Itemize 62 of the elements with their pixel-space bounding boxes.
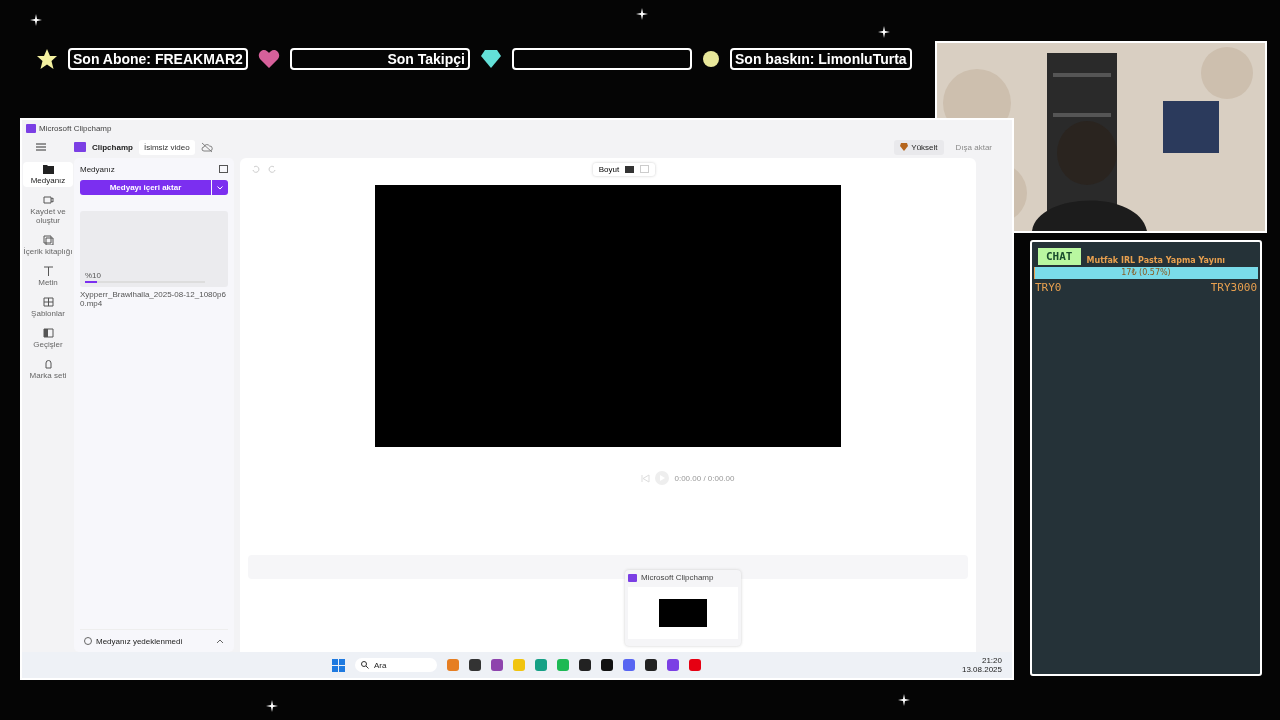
caret-icon [217,185,223,190]
backup-status: Medyanız yedeklenmedi [96,636,183,646]
goal-min: TRY0 [1035,281,1062,294]
goal-title: Mutfak IRL Pasta Yapma Yayını [1086,256,1226,265]
clock-date: 13.08.2025 [961,665,1002,674]
windows-start-icon[interactable] [332,658,345,672]
transition-icon [42,328,54,338]
nav-item[interactable]: İçerik kitaplığı [23,233,73,258]
grid-icon [42,297,54,307]
text-icon [42,266,54,276]
app-icon [628,573,637,582]
taskbar-app-icon[interactable] [645,659,657,671]
import-media-button[interactable]: Medyayı içeri aktar [80,180,211,195]
chat-title: CHAT [1038,248,1081,265]
app-logo-icon [74,142,86,152]
app-icon [26,123,36,133]
diamond-icon [480,49,502,69]
info-icon [84,637,92,645]
goal-progress: 17₺ (0.57%) [1120,267,1172,279]
nav-item[interactable]: Geçişler [23,326,73,351]
goal-max: TRY3000 [1210,281,1257,294]
clock-time: 21:20 [981,656,1002,665]
nav-item[interactable]: Marka seti [23,357,73,382]
chevron-up-icon[interactable] [216,638,224,644]
sparkle-icon [30,14,42,26]
search-field[interactable]: Ara [355,658,437,672]
media-file-name: Xypperr_Brawlhalla_2025-08-12_1080p60.mp4 [80,290,227,308]
bag-icon [42,359,54,369]
window-title: Microsoft Clipchamp [39,123,112,133]
playback-time: 0:00.00 / 0:00.00 [674,473,735,483]
media-thumbnail[interactable]: %10 [80,211,228,287]
popup-title: Microsoft Clipchamp [641,573,714,582]
panel-title: Medyanız [80,164,115,174]
taskbar-app-icon[interactable] [469,659,481,671]
sparkle-icon [636,8,648,20]
nav-item[interactable]: Şablonlar [23,295,73,320]
upload-percent: %10 [85,271,102,280]
folder-icon [42,164,54,174]
star-icon [36,48,58,70]
app-name: Clipchamp [92,142,133,152]
upgrade-button[interactable]: Yükselt [894,139,944,155]
library-icon [42,235,54,245]
diamond-icon [900,143,909,151]
taskbar-app-icon[interactable] [601,659,613,671]
coin-icon [702,50,720,68]
sparkle-icon [878,26,890,38]
nav-item[interactable]: Kaydet ve oluştur [23,193,73,227]
collapse-icon[interactable] [219,165,228,173]
nav-item[interactable]: Metin [23,264,73,289]
alert-box: Son Takipçi [290,48,470,70]
alert-box: Son Abone: FREAKMAR2 [68,48,248,70]
nav-item[interactable]: Medyanız [23,162,73,187]
sparkle-icon [898,694,910,706]
heart-icon [258,49,280,69]
cloud-off-icon[interactable] [200,141,213,153]
project-name-field[interactable]: İsimsiz video [138,139,195,155]
search-icon [361,661,369,669]
sparkle-icon [266,700,278,712]
alert-box: Son baskın: LimonluTurta [730,48,912,70]
taskbar-app-icon[interactable] [579,659,591,671]
menu-icon[interactable] [36,143,46,151]
import-options-button[interactable] [212,180,228,195]
